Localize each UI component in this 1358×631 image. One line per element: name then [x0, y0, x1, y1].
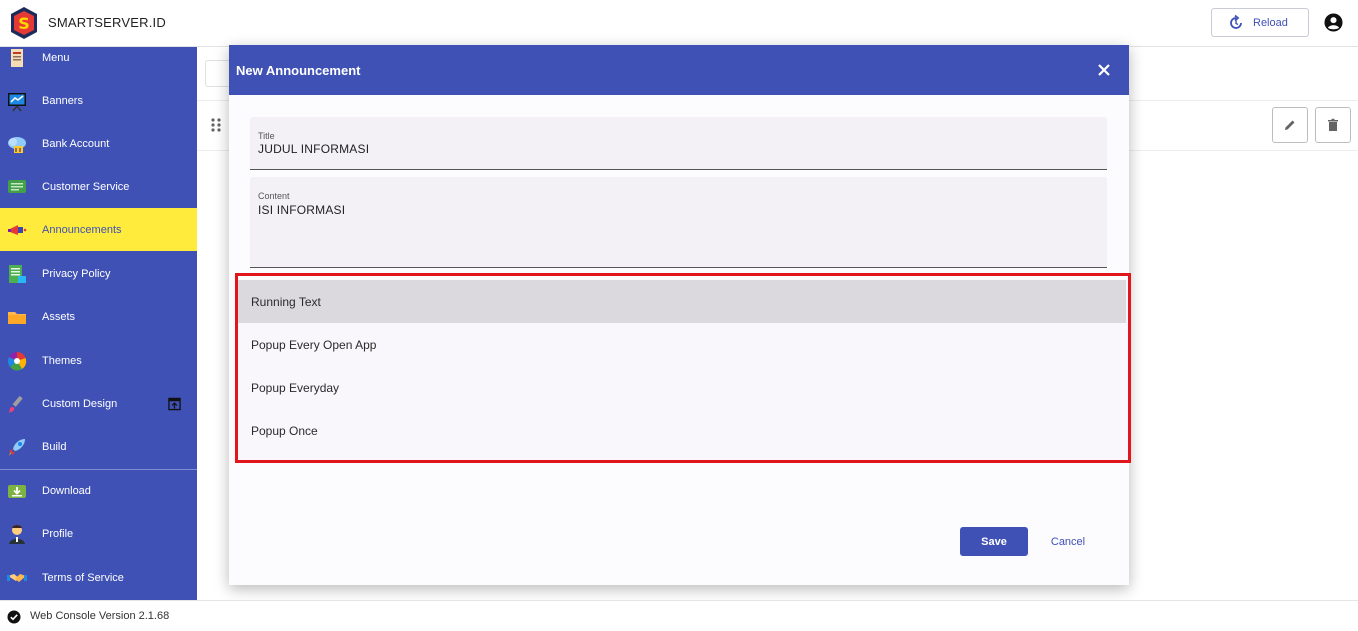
content-field[interactable]: Content ISI INFORMASI — [250, 177, 1107, 268]
document-icon — [9, 264, 26, 283]
cloud-bank-icon — [8, 136, 26, 153]
sidebar-item-menu[interactable]: Menu — [0, 47, 197, 79]
account-icon[interactable] — [1324, 13, 1343, 32]
download-icon — [8, 484, 26, 498]
sidebar-item-label: Bank Account — [42, 137, 110, 150]
sidebar-item-label: Themes — [42, 354, 82, 367]
megaphone-icon — [8, 224, 27, 235]
sidebar-item-themes[interactable]: Themes — [0, 339, 197, 382]
sidebar-item-label: Privacy Policy — [42, 267, 111, 280]
cancel-button[interactable]: Cancel — [1040, 527, 1096, 556]
dialog-title: New Announcement — [236, 63, 361, 78]
title-field-value[interactable]: JUDUL INFORMASI — [258, 142, 369, 156]
save-button[interactable]: Save — [960, 527, 1028, 556]
sidebar-item-label: Build — [42, 440, 67, 453]
sidebar-item-label: Custom Design — [42, 397, 118, 410]
close-icon[interactable] — [1096, 62, 1112, 78]
sidebar-item-label: Terms of Service — [42, 571, 124, 584]
reload-icon — [1230, 14, 1242, 29]
open-in-new-icon[interactable] — [168, 397, 181, 410]
reload-label: Reload — [1253, 16, 1288, 29]
chat-icon — [8, 179, 26, 193]
sidebar-item-label: Profile — [42, 527, 74, 540]
color-wheel-icon — [7, 351, 27, 370]
sidebar-item-bank-account[interactable]: Bank Account — [0, 122, 197, 165]
sidebar-item-custom-design[interactable]: Custom Design — [0, 382, 197, 425]
footer: Web Console Version 2.1.68 — [0, 600, 1358, 631]
sidebar-item-assets[interactable]: Assets — [0, 295, 197, 338]
sidebar-item-label: Banners — [42, 94, 83, 107]
folder-icon — [8, 311, 26, 324]
app-title: SMARTSERVER.ID — [48, 15, 166, 30]
highlight-box — [235, 273, 1131, 463]
sidebar: Menu Banners Bank Account Customer Servi… — [0, 47, 197, 600]
sidebar-item-terms-of-service[interactable]: Terms of Service — [0, 556, 197, 599]
rocket-icon — [9, 438, 25, 456]
title-field-label: Title — [258, 131, 275, 141]
verified-check-icon — [7, 610, 21, 624]
sidebar-item-banners[interactable]: Banners — [0, 79, 197, 122]
sidebar-item-announcements[interactable]: Announcements — [0, 208, 197, 251]
handshake-icon — [7, 573, 27, 582]
user-icon — [9, 524, 25, 544]
app-header: S SMARTSERVER.ID Reload — [0, 0, 1358, 47]
content-field-label: Content — [258, 191, 290, 201]
sidebar-item-label: Customer Service — [42, 180, 130, 193]
sidebar-item-build[interactable]: Build — [0, 425, 197, 468]
content-field-value[interactable]: ISI INFORMASI — [258, 203, 345, 217]
sidebar-item-privacy-policy[interactable]: Privacy Policy — [0, 252, 197, 295]
sidebar-item-label: Download — [42, 484, 91, 497]
svg-text:S: S — [18, 14, 30, 33]
sidebar-item-profile[interactable]: Profile — [0, 512, 197, 555]
menu-book-icon — [11, 48, 23, 67]
dialog-header: New Announcement — [229, 45, 1129, 95]
sidebar-item-customer-service[interactable]: Customer Service — [0, 165, 197, 208]
version-text: Web Console Version 2.1.68 — [30, 610, 170, 622]
app-logo: S — [11, 7, 37, 39]
sidebar-item-label: Announcements — [42, 223, 122, 236]
title-field[interactable]: Title JUDUL INFORMASI — [250, 117, 1107, 170]
reload-button[interactable]: Reload — [1211, 8, 1309, 37]
brush-icon — [9, 395, 23, 413]
sidebar-item-download[interactable]: Download — [0, 469, 197, 512]
sidebar-item-label: Assets — [42, 310, 76, 323]
sidebar-item-label: Menu — [42, 51, 70, 64]
presentation-icon — [8, 92, 26, 111]
